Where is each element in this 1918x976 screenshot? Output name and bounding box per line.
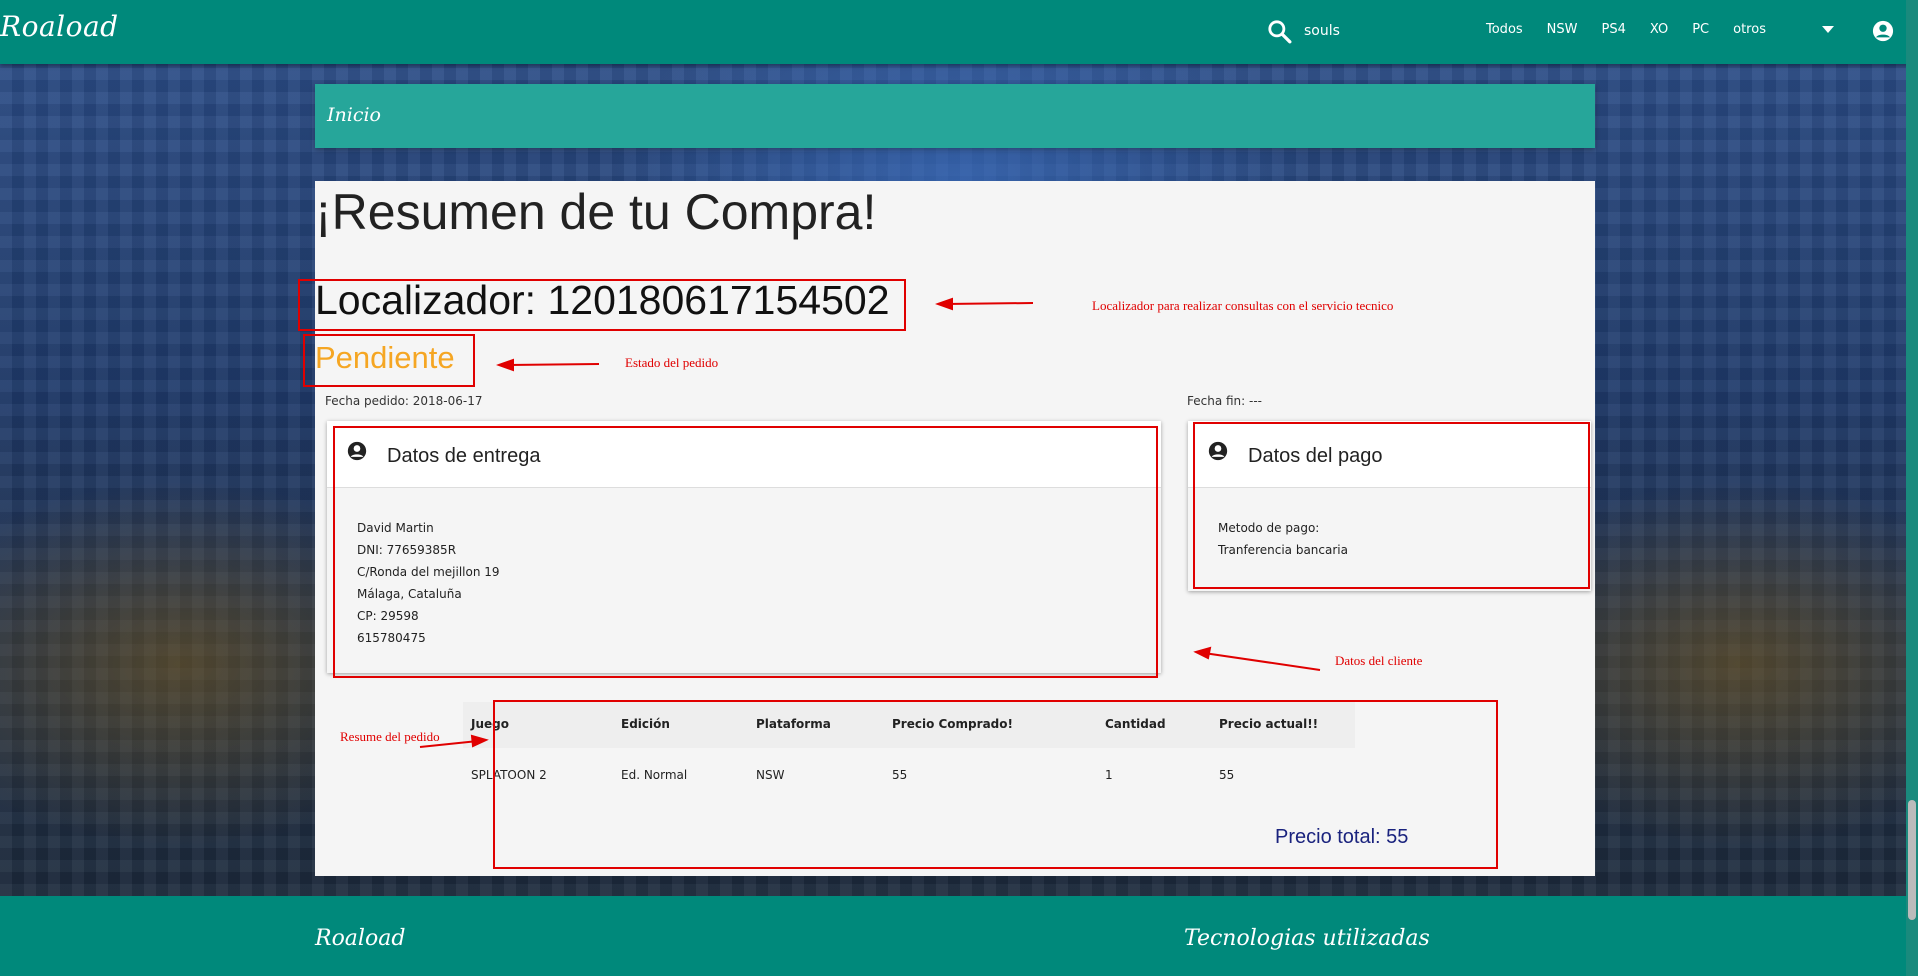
- column-header-juego: Juego: [471, 717, 509, 731]
- annotation-resumen: Resume del pedido: [340, 729, 440, 744]
- nav-nsw[interactable]: NSW: [1547, 22, 1578, 37]
- cell-cantidad: 1: [1105, 768, 1113, 782]
- delivery-name: David Martin: [357, 521, 434, 535]
- brand-logo[interactable]: Roaload: [0, 10, 119, 43]
- nav-xo[interactable]: XO: [1650, 22, 1668, 37]
- delivery-postcode: CP: 29598: [357, 609, 419, 623]
- cell-edicion: Ed. Normal: [621, 768, 688, 782]
- order-total: Precio total: 55: [1275, 826, 1409, 848]
- breadcrumb: Inicio: [315, 84, 1595, 148]
- payment-method-value: Tranferencia bancaria: [1218, 543, 1348, 557]
- purchase-summary-card: ¡Resumen de tu Compra! Localizador: 1201…: [315, 181, 1595, 876]
- scrollbar-thumb[interactable]: [1908, 800, 1916, 920]
- locator-code: Localizador: 120180617154502: [315, 277, 890, 323]
- page-title: ¡Resumen de tu Compra!: [315, 184, 877, 240]
- payment-details: Metodo de pago: Tranferencia bancaria: [1218, 517, 1348, 561]
- nav-todos[interactable]: Todos: [1486, 22, 1523, 37]
- cell-plataforma: NSW: [756, 768, 785, 782]
- chevron-down-icon[interactable]: [1822, 26, 1834, 33]
- cell-precio-comprado: 55: [892, 768, 908, 782]
- payment-panel: Datos del pago Metodo de pago: Tranferen…: [1188, 421, 1591, 591]
- delivery-details: David Martin DNI: 77659385R C/Ronda del …: [357, 517, 500, 649]
- search-icon[interactable]: [1266, 18, 1292, 44]
- column-header-plataforma: Plataforma: [756, 717, 831, 731]
- annotation-cliente: Datos del cliente: [1335, 653, 1423, 668]
- end-date: Fecha fin: ---: [1187, 394, 1263, 408]
- column-header-precio-comprado: Precio Comprado!: [892, 717, 1013, 731]
- footer: Roaload Tecnologias utilizadas: [0, 896, 1918, 976]
- platform-nav: Todos NSW PS4 XO PC otros: [1486, 22, 1790, 37]
- delivery-panel-title: Datos de entrega: [387, 445, 541, 467]
- column-header-edicion: Edición: [621, 717, 670, 731]
- top-navbar: Roaload Todos NSW PS4 XO PC otros: [0, 0, 1918, 64]
- nav-pc[interactable]: PC: [1692, 22, 1709, 37]
- column-header-precio-actual: Precio actual!!: [1219, 717, 1319, 731]
- nav-otros[interactable]: otros: [1733, 22, 1766, 37]
- cell-precio-actual: 55: [1219, 768, 1235, 782]
- order-date: Fecha pedido: 2018-06-17: [325, 394, 483, 408]
- column-header-cantidad: Cantidad: [1105, 717, 1166, 731]
- payment-panel-header: Datos del pago: [1188, 421, 1591, 488]
- delivery-phone: 615780475: [357, 631, 426, 645]
- breadcrumb-inicio[interactable]: Inicio: [327, 104, 381, 126]
- delivery-address: C/Ronda del mejillon 19: [357, 565, 500, 579]
- annotation-estado: Estado del pedido: [625, 355, 719, 370]
- delivery-panel: Datos de entrega David Martin DNI: 77659…: [327, 421, 1161, 673]
- delivery-panel-header: Datos de entrega: [327, 421, 1161, 488]
- delivery-city: Málaga, Cataluña: [357, 587, 462, 601]
- footer-brand: Roaload: [315, 926, 406, 951]
- cell-juego: SPLATOON 2: [471, 768, 547, 782]
- search-box: [1266, 18, 1396, 44]
- annotation-localizador: Localizador para realizar consultas con …: [1092, 298, 1394, 313]
- account-circle-icon: [1208, 441, 1228, 461]
- search-input[interactable]: [1302, 22, 1396, 40]
- page-scrollbar[interactable]: [1906, 0, 1918, 976]
- order-table-header: Juego Edición Plataforma Precio Comprado…: [463, 702, 1355, 748]
- payment-panel-title: Datos del pago: [1248, 445, 1383, 467]
- payment-method-label: Metodo de pago:: [1218, 521, 1320, 535]
- table-row: SPLATOON 2 Ed. Normal NSW 55 1 55: [463, 748, 1355, 806]
- account-icon[interactable]: [1872, 20, 1894, 42]
- delivery-dni: DNI: 77659385R: [357, 543, 457, 557]
- order-status: Pendiente: [315, 340, 455, 375]
- footer-technologies-title: Tecnologias utilizadas: [1184, 926, 1430, 951]
- account-circle-icon: [347, 441, 367, 461]
- nav-ps4[interactable]: PS4: [1602, 22, 1626, 37]
- order-table: Juego Edición Plataforma Precio Comprado…: [463, 702, 1355, 806]
